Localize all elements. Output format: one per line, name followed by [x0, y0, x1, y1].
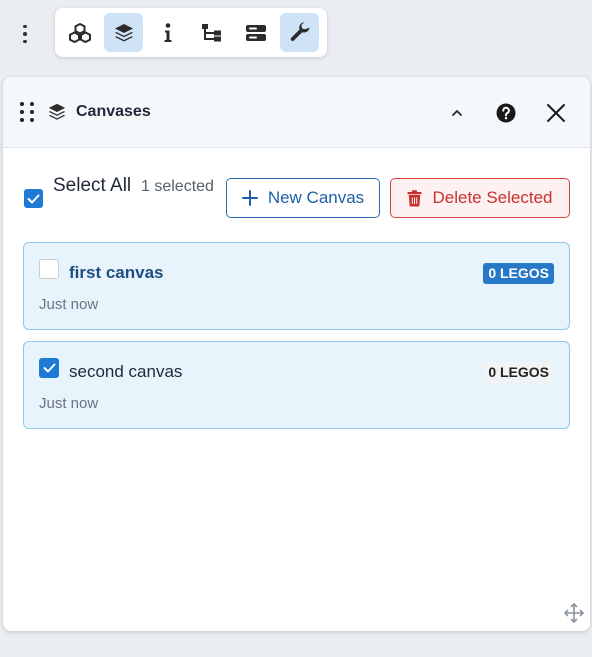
- help-button[interactable]: [492, 99, 520, 127]
- close-icon: [547, 104, 565, 122]
- drag-handle-icon[interactable]: [19, 101, 35, 123]
- canvas-checkbox[interactable]: [39, 259, 59, 279]
- server-icon: [245, 24, 266, 41]
- new-canvas-button[interactable]: New Canvas: [226, 178, 380, 218]
- checkmark-icon: [27, 194, 40, 203]
- panel-header: Canvases: [3, 77, 590, 148]
- canvas-name: first canvas: [69, 263, 164, 282]
- canvas-timestamp: Just now: [39, 395, 99, 412]
- canvas-timestamp: Just now: [39, 296, 99, 313]
- canvas-card[interactable]: second canvas 0 LEGOS Just now: [23, 341, 570, 429]
- checkmark-icon: [43, 363, 55, 373]
- select-all-checkbox[interactable]: [24, 189, 43, 208]
- collapse-button[interactable]: [443, 99, 471, 127]
- hierarchy-icon: [201, 23, 221, 41]
- selected-count: 1 selected: [141, 178, 214, 195]
- help-icon: [496, 103, 516, 123]
- canvas-card[interactable]: first canvas 0 LEGOS Just now: [23, 242, 570, 330]
- top-toolbar: [55, 8, 327, 57]
- move-icon[interactable]: [564, 603, 584, 623]
- select-all-label[interactable]: Select All: [53, 171, 133, 200]
- toolbar-button-server[interactable]: [236, 13, 275, 52]
- canvases-panel: Canvases Select All 1 selected New Canva…: [3, 77, 590, 631]
- delete-selected-button[interactable]: Delete Selected: [390, 178, 570, 218]
- plus-icon: [241, 190, 258, 206]
- toolbar-button-cubes[interactable]: [60, 13, 99, 52]
- close-button[interactable]: [542, 99, 570, 127]
- toolbar-button-hierarchy[interactable]: [192, 13, 231, 52]
- canvas-name: second canvas: [69, 362, 183, 381]
- trash-icon: [407, 189, 422, 206]
- toolbar-button-info[interactable]: [148, 13, 187, 52]
- info-icon: [164, 22, 171, 42]
- new-canvas-label: New Canvas: [267, 188, 365, 207]
- chevron-up-icon: [452, 110, 462, 116]
- legos-count-badge: 0 LEGOS: [483, 263, 554, 284]
- toolbar-button-wrench[interactable]: [280, 13, 319, 52]
- cubes-icon: [68, 22, 91, 43]
- layers-icon: [114, 23, 133, 41]
- legos-count-badge: 0 LEGOS: [483, 362, 554, 383]
- more-options-icon[interactable]: [15, 22, 35, 46]
- canvas-checkbox[interactable]: [39, 358, 59, 378]
- toolbar-button-layers[interactable]: [104, 13, 143, 52]
- panel-title: Canvases: [76, 103, 151, 120]
- delete-selected-label: Delete Selected: [432, 188, 553, 207]
- layers-icon: [48, 103, 66, 120]
- wrench-icon: [290, 21, 309, 41]
